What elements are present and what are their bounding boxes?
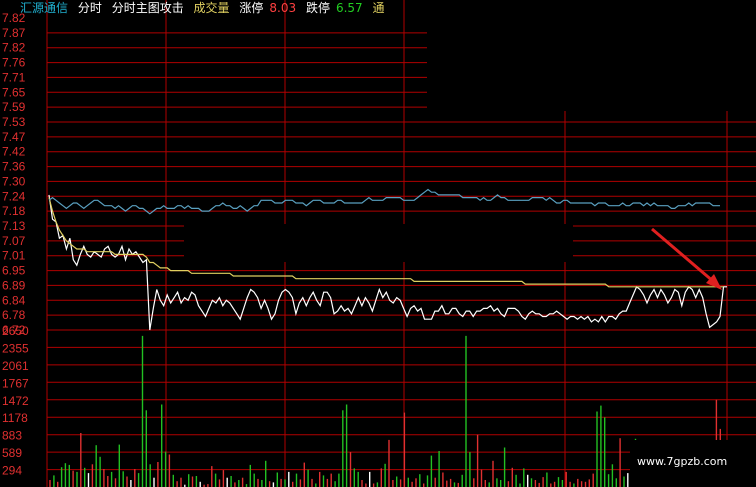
red-arrow-icon bbox=[651, 227, 722, 290]
